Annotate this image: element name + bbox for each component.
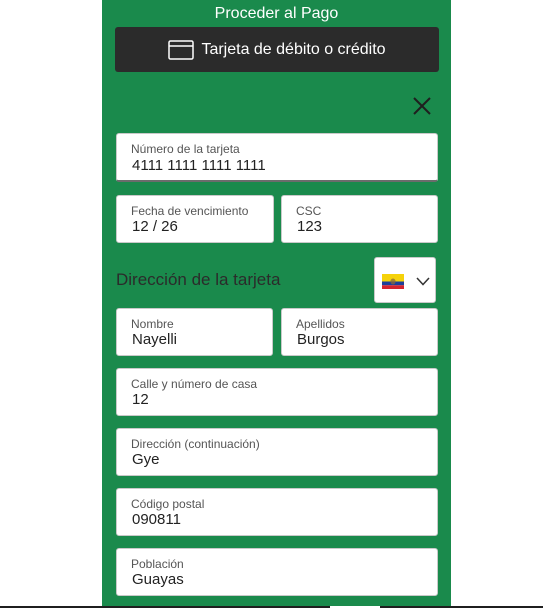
close-icon[interactable] <box>410 94 434 118</box>
first-name-label: Nombre <box>131 317 174 331</box>
last-name-value: Burgos <box>297 331 345 348</box>
chevron-down-icon <box>416 277 430 286</box>
card-number-field[interactable]: Número de la tarjeta 4111 1111 1111 1111 <box>116 133 438 182</box>
ecuador-flag-icon <box>382 274 404 289</box>
page-title: Proceder al Pago <box>214 5 339 22</box>
postal-code-label: Código postal <box>131 497 205 511</box>
card-payment-button[interactable]: Tarjeta de débito o crédito <box>115 27 439 72</box>
first-name-field[interactable]: Nombre Nayelli <box>116 308 273 356</box>
csc-value: 123 <box>297 218 323 235</box>
checkout-page: Proceder al Pago Tarjeta de débito o cré… <box>0 0 543 608</box>
street-field[interactable]: Calle y número de casa 12 <box>116 368 438 416</box>
street2-label: Dirección (continuación) <box>131 437 260 451</box>
credit-card-icon <box>168 39 195 60</box>
postal-code-field[interactable]: Código postal 090811 <box>116 488 438 536</box>
billing-address-title: Dirección de la tarjeta <box>116 270 281 289</box>
expiry-value: 12 / 26 <box>132 218 178 235</box>
postal-code-value: 090811 <box>132 511 181 528</box>
city-value: Guayas <box>132 571 184 588</box>
country-select[interactable] <box>374 257 436 303</box>
csc-label: CSC <box>296 204 322 218</box>
expiry-label: Fecha de vencimiento <box>131 204 249 218</box>
expiry-field[interactable]: Fecha de vencimiento 12 / 26 <box>116 195 274 243</box>
last-name-label: Apellidos <box>296 317 345 331</box>
street-value: 12 <box>132 391 149 408</box>
street2-value: Gye <box>132 451 160 468</box>
csc-field[interactable]: CSC 123 <box>281 195 438 243</box>
city-label: Población <box>131 557 184 571</box>
card-number-value: 4111 1111 1111 1111 <box>132 157 266 174</box>
street2-field[interactable]: Dirección (continuación) Gye <box>116 428 438 476</box>
street-label: Calle y número de casa <box>131 377 258 391</box>
card-number-label: Número de la tarjeta <box>131 142 240 156</box>
first-name-value: Nayelli <box>132 331 178 348</box>
city-field[interactable]: Población Guayas <box>116 548 438 596</box>
card-payment-label: Tarjeta de débito o crédito <box>201 40 386 58</box>
last-name-field[interactable]: Apellidos Burgos <box>281 308 438 356</box>
